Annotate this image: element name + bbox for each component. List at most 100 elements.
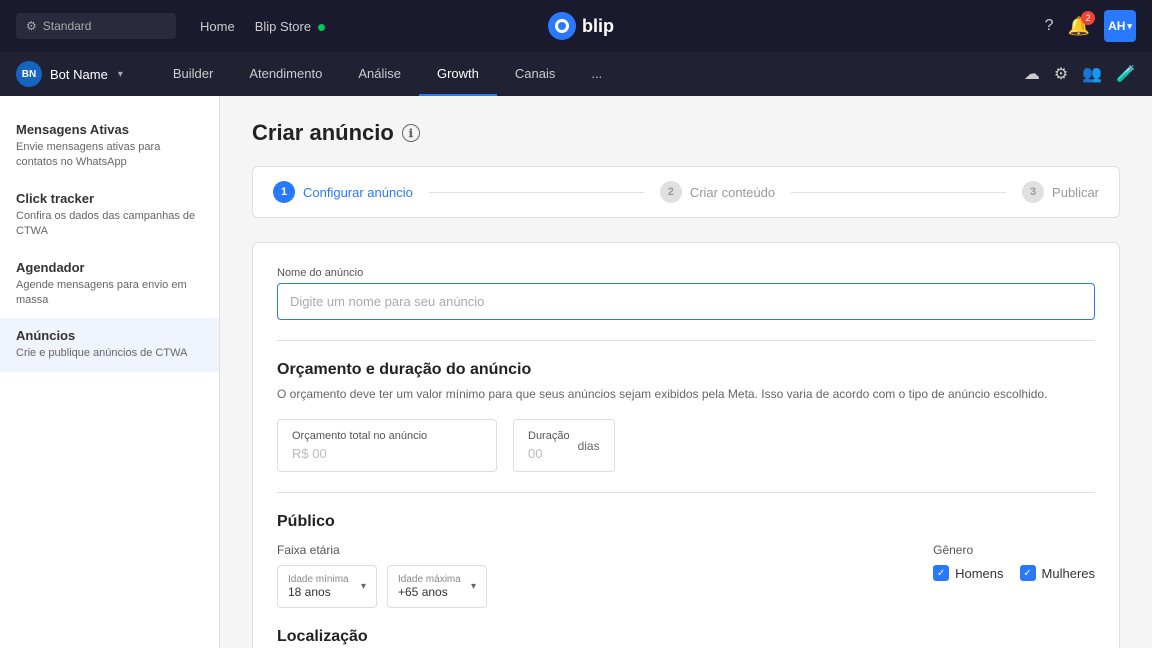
homens-checkbox-box: ✓	[933, 565, 949, 581]
logo-icon	[548, 12, 576, 40]
avatar-chevron: ▾	[1127, 21, 1132, 32]
check-icon: ✓	[1023, 568, 1031, 579]
check-icon: ✓	[937, 568, 945, 579]
info-icon[interactable]: ℹ	[402, 124, 420, 142]
sidebar: Mensagens Ativas Envie mensagens ativas …	[0, 96, 220, 648]
step-3-label: Publicar	[1052, 185, 1099, 200]
step-line-2	[791, 192, 1006, 193]
search-placeholder: Standard	[43, 19, 92, 33]
tab-more[interactable]: ...	[573, 52, 620, 96]
idade-maxima-select[interactable]: Idade máxima +65 anos ▾	[387, 565, 487, 608]
budget-row: Orçamento total no anúncio R$ 00 Duração…	[277, 419, 1095, 472]
tab-atendimento[interactable]: Atendimento	[231, 52, 340, 96]
top-nav: ⚙ Standard Home Blip Store blip ? 🔔 2 AH…	[0, 0, 1152, 52]
faixa-etaria-label: Faixa etária	[277, 543, 893, 557]
idade-minima-chevron-icon: ▾	[361, 581, 366, 592]
sidebar-item-desc: Agende mensagens para envio em massa	[16, 278, 203, 309]
mulheres-checkbox[interactable]: ✓ Mulheres	[1020, 565, 1095, 581]
bot-name: Bot Name	[50, 67, 108, 82]
budget-section-desc: O orçamento deve ter um valor mínimo par…	[277, 385, 1095, 403]
sidebar-item-desc: Envie mensagens ativas para contatos no …	[16, 140, 203, 171]
user-avatar[interactable]: AH ▾	[1104, 10, 1136, 42]
tab-growth[interactable]: Growth	[419, 52, 497, 96]
step-1-circle: 1	[273, 181, 295, 203]
sidebar-item-anuncios[interactable]: Anúncios Crie e publique anúncios de CTW…	[0, 318, 219, 371]
second-nav-icons: ☁ ⚙ 👥 🧪	[1024, 64, 1136, 84]
tab-canais[interactable]: Canais	[497, 52, 573, 96]
sidebar-item-desc: Confira os dados das campanhas de CTWA	[16, 209, 203, 240]
logo-text: blip	[582, 16, 614, 37]
budget-section-title: Orçamento e duração do anúncio	[277, 361, 1095, 379]
lab-icon[interactable]: 🧪	[1116, 64, 1136, 84]
mulheres-checkbox-box: ✓	[1020, 565, 1036, 581]
blip-store-dot	[318, 24, 325, 31]
publico-title: Público	[277, 513, 1095, 531]
sidebar-item-desc: Crie e publique anúncios de CTWA	[16, 346, 203, 361]
bot-chevron-icon: ▾	[118, 69, 123, 80]
sidebar-item-mensagens-ativas[interactable]: Mensagens Ativas Envie mensagens ativas …	[0, 112, 219, 181]
name-field-label: Nome do anúncio	[277, 267, 1095, 279]
duration-unit: dias	[578, 439, 600, 453]
tab-analise[interactable]: Análise	[340, 52, 419, 96]
homens-checkbox[interactable]: ✓ Homens	[933, 565, 1003, 581]
sidebar-item-agendador[interactable]: Agendador Agende mensagens para envio em…	[0, 250, 219, 319]
name-input[interactable]	[277, 283, 1095, 320]
step-2: 2 Criar conteúdo	[660, 181, 775, 203]
gear-icon[interactable]: ⚙	[1054, 64, 1068, 84]
faixa-selects: Idade mínima 18 anos ▾ Idade máxima +65 …	[277, 565, 893, 608]
genero-options: ✓ Homens ✓ Mulheres	[933, 565, 1095, 581]
duration-label: Duração	[528, 430, 570, 442]
notification-icon[interactable]: 🔔 2	[1068, 16, 1090, 37]
genero-label: Gênero	[933, 543, 1095, 557]
sidebar-item-title: Anúncios	[16, 328, 203, 343]
nav-link-blipstore[interactable]: Blip Store	[255, 19, 325, 34]
stepper: 1 Configurar anúncio 2 Criar conteúdo 3 …	[252, 166, 1120, 218]
idade-maxima-value: +65 anos	[398, 585, 461, 599]
step-1-label: Configurar anúncio	[303, 185, 413, 200]
budget-value: R$ 00	[292, 446, 482, 461]
duration-value: 00	[528, 446, 570, 461]
localizacao-title: Localização	[277, 628, 1095, 646]
step-3-circle: 3	[1022, 181, 1044, 203]
budget-label: Orçamento total no anúncio	[292, 430, 482, 442]
homens-label: Homens	[955, 566, 1003, 581]
nav-tabs: Builder Atendimento Análise Growth Canai…	[155, 52, 620, 96]
page-title: Criar anúncio ℹ	[252, 120, 1120, 146]
idade-maxima-chevron-icon: ▾	[471, 581, 476, 592]
bot-info[interactable]: BN Bot Name ▾	[16, 61, 123, 87]
divider-2	[277, 492, 1095, 493]
duration-field[interactable]: Duração 00 dias	[513, 419, 615, 472]
sidebar-item-click-tracker[interactable]: Click tracker Confira os dados das campa…	[0, 181, 219, 250]
bot-avatar: BN	[16, 61, 42, 87]
idade-minima-select[interactable]: Idade mínima 18 anos ▾	[277, 565, 377, 608]
notification-badge: 2	[1081, 11, 1095, 25]
mulheres-label: Mulheres	[1042, 566, 1095, 581]
team-icon[interactable]: 👥	[1082, 64, 1102, 84]
nav-link-home[interactable]: Home	[200, 19, 235, 34]
idade-minima-value: 18 anos	[288, 585, 349, 599]
logo: blip	[548, 12, 614, 40]
help-icon[interactable]: ?	[1045, 17, 1054, 35]
idade-minima-label: Idade mínima	[288, 574, 349, 585]
tab-builder[interactable]: Builder	[155, 52, 231, 96]
faixa-etaria: Faixa etária Idade mínima 18 anos ▾ Idad…	[277, 543, 893, 608]
sidebar-item-title: Click tracker	[16, 191, 203, 206]
budget-field[interactable]: Orçamento total no anúncio R$ 00	[277, 419, 497, 472]
top-nav-links: Home Blip Store	[200, 19, 325, 34]
second-nav: BN Bot Name ▾ Builder Atendimento Anális…	[0, 52, 1152, 96]
cloud-icon[interactable]: ☁	[1024, 64, 1040, 84]
sidebar-item-title: Mensagens Ativas	[16, 122, 203, 137]
step-line-1	[429, 192, 644, 193]
sidebar-item-title: Agendador	[16, 260, 203, 275]
genero: Gênero ✓ Homens ✓ Mulheres	[933, 543, 1095, 581]
search-box[interactable]: ⚙ Standard	[16, 13, 176, 39]
main-layout: Mensagens Ativas Envie mensagens ativas …	[0, 96, 1152, 648]
step-1: 1 Configurar anúncio	[273, 181, 413, 203]
search-icon: ⚙	[26, 19, 37, 33]
step-2-label: Criar conteúdo	[690, 185, 775, 200]
idade-maxima-label: Idade máxima	[398, 574, 461, 585]
form-card: Nome do anúncio Orçamento e duração do a…	[252, 242, 1120, 648]
divider-1	[277, 340, 1095, 341]
name-field-group: Nome do anúncio	[277, 267, 1095, 320]
step-2-circle: 2	[660, 181, 682, 203]
